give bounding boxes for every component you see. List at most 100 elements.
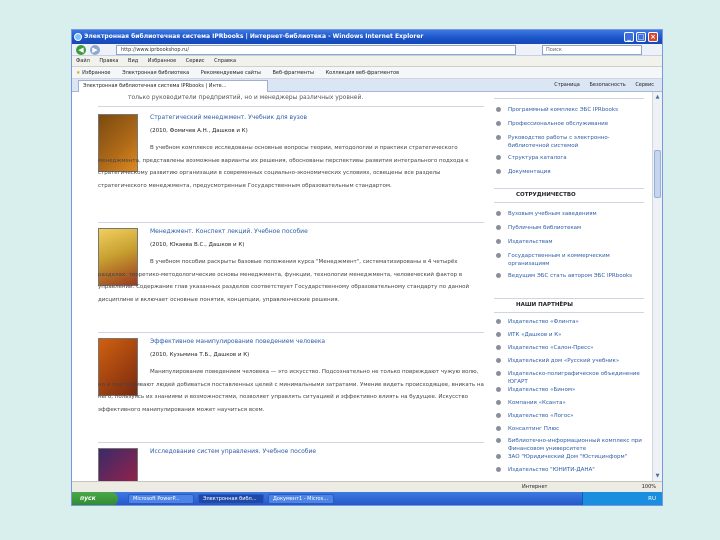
- menu-file[interactable]: Файл: [76, 58, 90, 64]
- bullet-icon: [496, 135, 501, 140]
- maximize-button[interactable]: □: [636, 32, 646, 42]
- book-cover[interactable]: [98, 448, 138, 481]
- sidebar-item[interactable]: Программный комплекс ЭБС IPRbooks: [496, 106, 646, 114]
- favorite-item[interactable]: Веб-фрагменты: [272, 70, 314, 76]
- favorite-item[interactable]: Электронная библиотека: [122, 70, 189, 76]
- book-description: В учебном пособии раскрыты базовые полож…: [98, 259, 470, 303]
- sidebar-item[interactable]: Издательствам: [496, 238, 646, 246]
- sidebar-item[interactable]: Документация: [496, 168, 646, 176]
- taskbar: пуск Microsoft PowerP... Электронная биб…: [72, 492, 662, 505]
- favorite-item[interactable]: Рекомендуемые сайты: [201, 70, 261, 76]
- section-heading: СОТРУДНИЧЕСТВО: [516, 192, 576, 198]
- system-tray: RU: [582, 492, 662, 505]
- sidebar-item[interactable]: Библиотечно-информационный комплекс при …: [496, 437, 646, 453]
- divider: [98, 106, 484, 107]
- section-heading: НАШИ ПАРТНЁРЫ: [516, 302, 573, 308]
- book-title[interactable]: Исследование систем управления. Учебное …: [150, 448, 316, 455]
- bullet-icon: [496, 332, 501, 337]
- favorites-button[interactable]: Избранное: [82, 70, 110, 76]
- search-input[interactable]: Поиск: [542, 45, 642, 55]
- address-bar[interactable]: http://www.iprbookshop.ru/: [116, 45, 516, 55]
- sidebar-item[interactable]: Издательство "ЮНИТИ-ДАНА": [496, 466, 646, 474]
- bullet-icon: [496, 400, 501, 405]
- bullet-icon: [496, 253, 501, 258]
- favorites-bar: ★ Избранное Электронная библиотека Реком…: [72, 67, 662, 79]
- star-icon: ★: [76, 70, 81, 76]
- book-title[interactable]: Стратегический менеджмент. Учебник для в…: [150, 114, 307, 121]
- scroll-up-icon[interactable]: ▲: [654, 93, 661, 101]
- forward-icon[interactable]: ▶: [90, 45, 100, 55]
- command-tools[interactable]: Сервис: [635, 82, 654, 88]
- book-description: В учебном комплексе исследованы основные…: [98, 145, 469, 189]
- bullet-icon: [496, 467, 501, 472]
- bullet-icon: [496, 211, 501, 216]
- divider: [494, 202, 644, 203]
- menu-favorites[interactable]: Избранное: [148, 58, 176, 64]
- book-title[interactable]: Эффективное манипулирование поведением ч…: [150, 338, 325, 345]
- scroll-thumb[interactable]: [654, 150, 661, 198]
- bullet-icon: [496, 345, 501, 350]
- scroll-down-icon[interactable]: ▼: [654, 472, 661, 480]
- bullet-icon: [496, 155, 501, 160]
- bullet-icon: [496, 121, 501, 126]
- sidebar-item[interactable]: Публичным библиотекам: [496, 224, 646, 232]
- sidebar-item[interactable]: ИТК «Дашков и К»: [496, 331, 646, 339]
- taskbar-item[interactable]: Электронная библ...: [198, 494, 264, 504]
- sidebar-item[interactable]: Издательство «Салон-Пресс»: [496, 344, 646, 352]
- menu-edit[interactable]: Правка: [99, 58, 118, 64]
- minimize-button[interactable]: _: [624, 32, 634, 42]
- sidebar-item[interactable]: Издательско-полиграфическое объединение …: [496, 370, 646, 386]
- sidebar: Программный комплекс ЭБС IPRbooks Профес…: [490, 92, 650, 481]
- tab-active[interactable]: Электронная библиотечная система IPRbook…: [78, 80, 268, 92]
- bullet-icon: [496, 371, 501, 376]
- bullet-icon: [496, 426, 501, 431]
- sidebar-item[interactable]: Профессиональное обслуживание: [496, 120, 646, 128]
- bullet-icon: [496, 225, 501, 230]
- menu-tools[interactable]: Сервис: [186, 58, 205, 64]
- divider: [98, 222, 484, 223]
- bullet-icon: [496, 239, 501, 244]
- bullet-icon: [496, 454, 501, 459]
- window-title: Электронная библиотечная система IPRbook…: [84, 33, 424, 40]
- sidebar-item[interactable]: Государственным и коммерческим организац…: [496, 252, 646, 268]
- favorite-item[interactable]: Коллекция веб-фрагментов: [326, 70, 399, 76]
- divider: [98, 442, 484, 443]
- sidebar-item[interactable]: Структура каталога: [496, 154, 646, 162]
- sidebar-item[interactable]: Издательство «Логос»: [496, 412, 646, 420]
- bullet-icon: [496, 319, 501, 324]
- bullet-icon: [496, 438, 501, 443]
- zoom-level[interactable]: 100%: [642, 482, 656, 492]
- divider: [494, 298, 644, 299]
- menu-view[interactable]: Вид: [128, 58, 138, 64]
- vertical-scrollbar[interactable]: ▲ ▼: [652, 92, 662, 481]
- tab-row: Электронная библиотечная система IPRbook…: [72, 79, 662, 92]
- status-bar: Интернет 100%: [72, 481, 662, 492]
- taskbar-item[interactable]: Microsoft PowerP...: [128, 494, 194, 504]
- menu-help[interactable]: Справка: [214, 58, 236, 64]
- menu-bar: Файл Правка Вид Избранное Сервис Справка: [72, 56, 662, 67]
- command-bar: Страница Безопасность Сервис: [546, 79, 654, 92]
- sidebar-item[interactable]: Руководство работы с электронно-библиоте…: [496, 134, 646, 150]
- sidebar-item[interactable]: Издательский дом «Русский учебник»: [496, 357, 646, 365]
- book-description: Манипулирование поведением человека — эт…: [98, 369, 484, 413]
- book-title[interactable]: Менеджмент. Конспект лекций. Учебное пос…: [150, 228, 308, 235]
- back-icon[interactable]: ◀: [76, 45, 86, 55]
- taskbar-item[interactable]: Документ1 - Micros...: [268, 494, 334, 504]
- close-button[interactable]: ×: [648, 32, 658, 42]
- divider: [98, 332, 484, 333]
- sidebar-item[interactable]: Ведущим ЭБС стать автором ЭБС IPRbooks: [496, 272, 646, 280]
- start-button[interactable]: пуск: [72, 492, 118, 505]
- sidebar-item[interactable]: Вузовым учебным заведениям: [496, 210, 646, 218]
- sidebar-item[interactable]: Издательство «Флинта»: [496, 318, 646, 326]
- bullet-icon: [496, 413, 501, 418]
- sidebar-item[interactable]: Компания «Ксанта»: [496, 399, 646, 407]
- divider: [494, 312, 644, 313]
- bullet-icon: [496, 107, 501, 112]
- command-page[interactable]: Страница: [554, 82, 580, 88]
- sidebar-item[interactable]: Издательство «Бином»: [496, 386, 646, 394]
- sidebar-item[interactable]: Консалтинг Плюс: [496, 425, 646, 433]
- command-safety[interactable]: Безопасность: [589, 82, 625, 88]
- sidebar-item[interactable]: ЗАО "Юридический Дом "Юстицинформ": [496, 453, 646, 461]
- divider: [494, 188, 644, 189]
- bullet-icon: [496, 273, 501, 278]
